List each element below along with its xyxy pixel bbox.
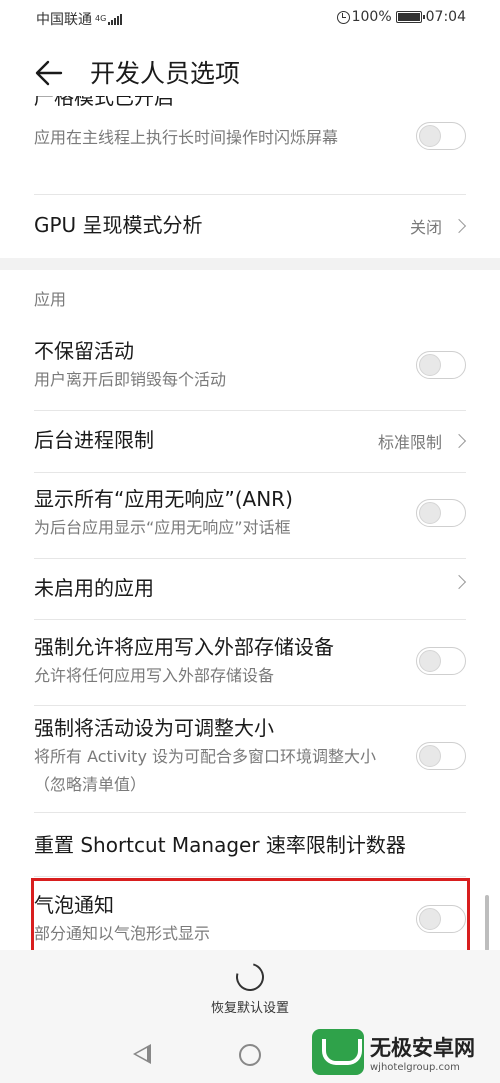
watermark-text: 无极安卓网 wjhotelgroup.com	[370, 1032, 475, 1073]
strict-mode-switch[interactable]	[416, 122, 466, 150]
section-header-apps: 应用	[34, 290, 67, 309]
divider	[34, 472, 466, 473]
chevron-right-icon	[451, 433, 467, 449]
switch-knob	[419, 502, 441, 524]
refresh-icon	[230, 957, 270, 997]
gpu-profiling-value[interactable]: 关闭	[409, 214, 467, 238]
chevron-right-icon	[451, 574, 467, 590]
battery-icon	[395, 11, 425, 23]
status-bar: 中国联通 4G 100% 07:04	[0, 0, 500, 36]
switch-knob	[419, 354, 441, 376]
background-limit-value[interactable]: 标准限制	[377, 429, 467, 453]
force-external-row[interactable]: 强制允许将应用写入外部存储设备 允许将任何应用写入外部存储设备	[34, 632, 466, 690]
strict-mode-subtitle: 应用在主线程上执行长时间操作时闪烁屏幕	[34, 128, 339, 147]
divider	[34, 876, 466, 877]
resizable-activities-switch[interactable]	[416, 742, 466, 770]
dont-keep-activities-switch[interactable]	[416, 351, 466, 379]
dont-keep-activities-subtitle: 用户离开后即销毁每个活动	[34, 370, 227, 389]
alarm-icon	[336, 10, 350, 24]
force-external-switch[interactable]	[416, 647, 466, 675]
show-anr-switch[interactable]	[416, 499, 466, 527]
divider	[34, 812, 466, 813]
reset-shortcut-manager-title: 重置 Shortcut Manager 速率限制计数器	[34, 833, 406, 857]
divider	[34, 558, 466, 559]
scrollbar[interactable]	[485, 895, 489, 951]
gpu-profiling-value-label: 关闭	[409, 218, 442, 237]
gpu-profiling-row[interactable]: GPU 呈现模式分析	[34, 210, 466, 240]
watermark-name: 无极安卓网	[370, 1035, 475, 1060]
show-anr-title: 显示所有“应用无响应”(ANR)	[34, 487, 293, 511]
strict-mode-row-title-clip: 严格模式已开启	[34, 96, 466, 112]
watermark-url: wjhotelgroup.com	[370, 1061, 460, 1073]
show-anr-row[interactable]: 显示所有“应用无响应”(ANR) 为后台应用显示“应用无响应”对话框	[34, 484, 466, 542]
section-separator	[0, 258, 500, 270]
status-left: 中国联通 4G	[36, 9, 123, 29]
page-title: 开发人员选项	[90, 59, 241, 88]
switch-knob	[419, 745, 441, 767]
nav-back-icon[interactable]	[133, 1044, 151, 1064]
inactive-apps-row[interactable]: 未启用的应用	[34, 573, 466, 603]
gpu-profiling-title: GPU 呈现模式分析	[34, 213, 203, 237]
background-limit-value-label: 标准限制	[377, 433, 442, 452]
carrier-label: 中国联通	[36, 12, 92, 28]
force-external-title: 强制允许将应用写入外部存储设备	[34, 635, 334, 659]
nav-home-icon[interactable]	[239, 1044, 261, 1066]
divider	[34, 410, 466, 411]
switch-knob	[419, 125, 441, 147]
network-type: 4G	[95, 14, 107, 23]
clock: 07:04	[425, 9, 466, 25]
signal-icon	[108, 13, 123, 25]
reset-defaults-label: 恢复默认设置	[210, 1001, 289, 1016]
inactive-apps-title: 未启用的应用	[34, 576, 154, 600]
reset-defaults-button[interactable]: 恢复默认设置	[200, 957, 300, 1016]
dont-keep-activities-row[interactable]: 不保留活动 用户离开后即销毁每个活动	[34, 336, 466, 394]
back-arrow-icon[interactable]	[34, 58, 64, 88]
resizable-activities-subtitle: 将所有 Activity 设为可配合多窗口环境调整大小（忽略清单值）	[34, 747, 377, 794]
resizable-activities-title: 强制将活动设为可调整大小	[34, 716, 274, 740]
reset-shortcut-manager-row[interactable]: 重置 Shortcut Manager 速率限制计数器	[34, 830, 474, 860]
watermark-logo-icon	[312, 1029, 364, 1075]
watermark: 无极安卓网 wjhotelgroup.com	[312, 1024, 500, 1080]
divider	[34, 619, 466, 620]
resizable-activities-row[interactable]: 强制将活动设为可调整大小 将所有 Activity 设为可配合多窗口环境调整大小…	[34, 713, 384, 799]
divider	[34, 705, 466, 706]
switch-knob	[419, 650, 441, 672]
chevron-right-icon	[451, 218, 467, 234]
strict-mode-title: 严格模式已开启	[34, 96, 174, 109]
battery-percent: 100%	[351, 9, 392, 25]
inactive-apps-arrow[interactable]	[442, 574, 467, 590]
dont-keep-activities-title: 不保留活动	[34, 339, 134, 363]
status-right: 100% 07:04	[336, 9, 466, 25]
show-anr-subtitle: 为后台应用显示“应用无响应”对话框	[34, 518, 291, 537]
force-external-subtitle: 允许将任何应用写入外部存储设备	[34, 666, 275, 685]
strict-mode-row[interactable]: 应用在主线程上执行长时间操作时闪烁屏幕	[34, 124, 384, 152]
divider	[34, 194, 466, 195]
